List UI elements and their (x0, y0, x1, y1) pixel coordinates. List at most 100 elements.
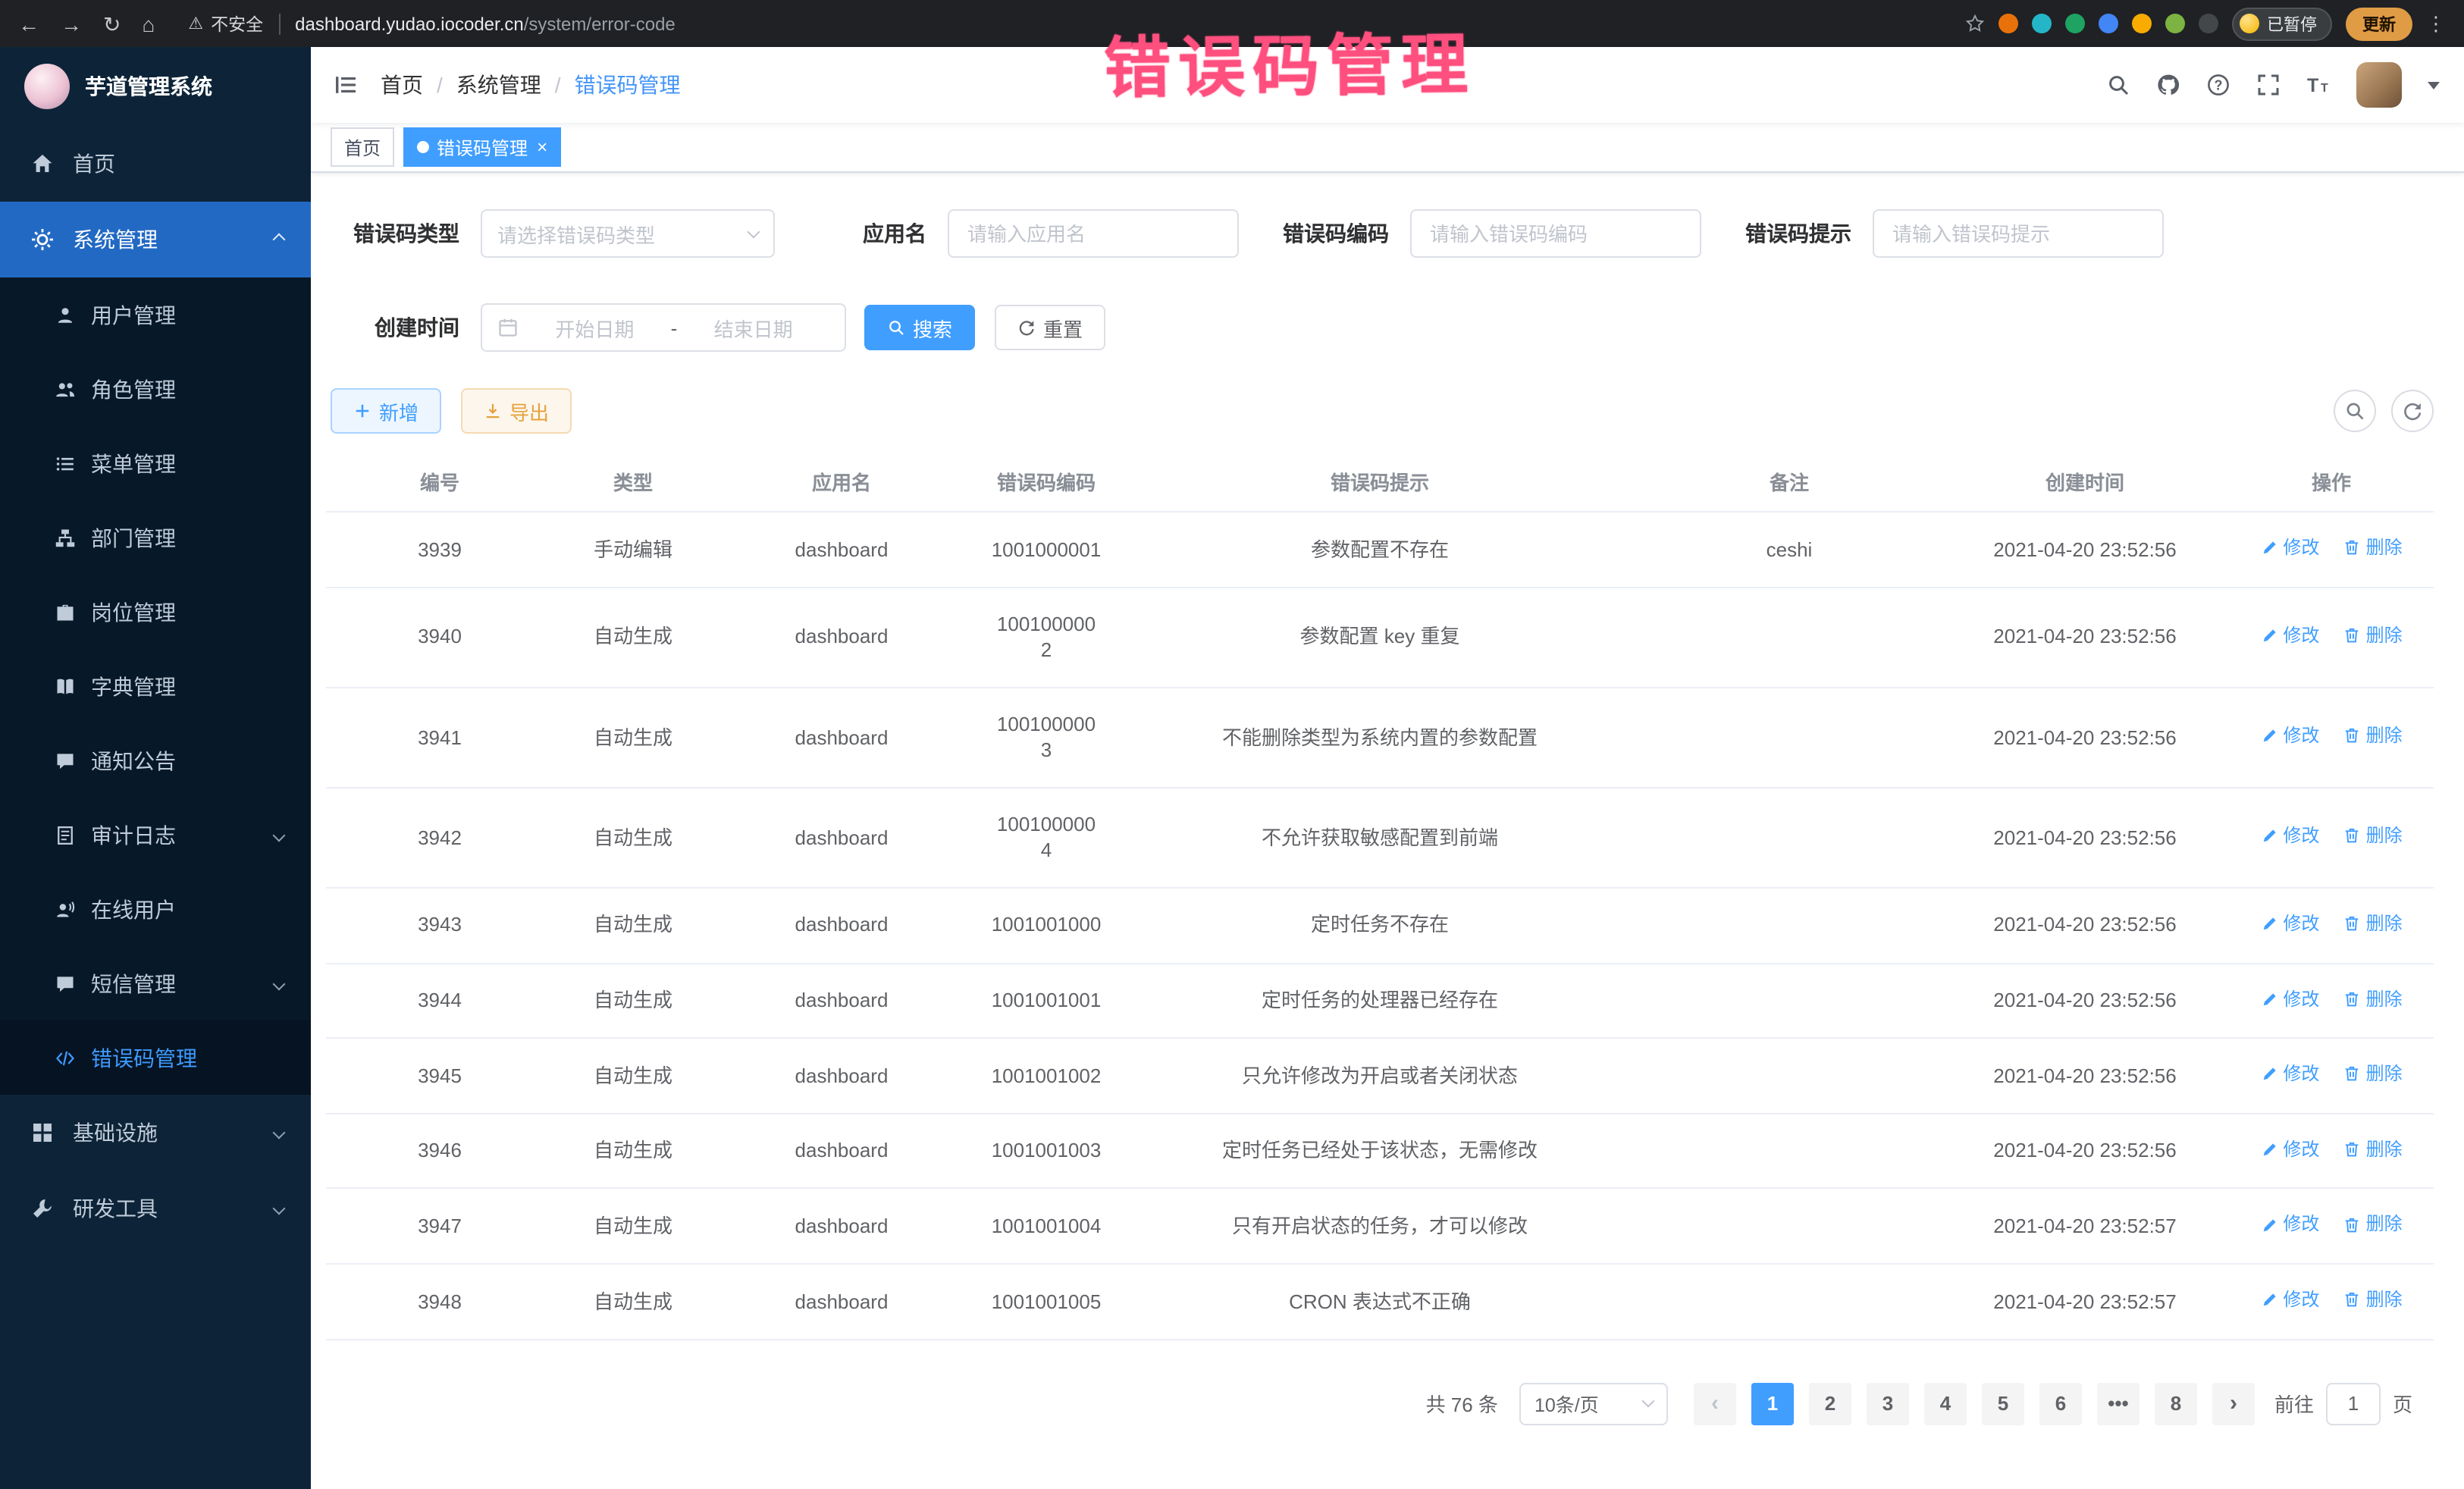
fullsc[interactable] (2256, 73, 2281, 97)
browser-extension-icon[interactable] (2032, 14, 2052, 33)
tag-home[interactable]: 首页 (331, 127, 394, 167)
page-size-select[interactable]: 10条/页 (1519, 1383, 1668, 1425)
delete-button[interactable]: 删除 (2343, 1287, 2403, 1312)
sidebar-submenu-item[interactable]: 菜单管理 (0, 426, 311, 500)
sidebar-submenu-item[interactable]: 错误码管理 (0, 1020, 311, 1095)
delete-button[interactable]: 删除 (2343, 535, 2403, 560)
tools-icon (30, 1196, 55, 1221)
user-avatar[interactable] (2356, 62, 2402, 108)
page-button[interactable]: 2 (1809, 1383, 1851, 1425)
delete-button[interactable]: 删除 (2343, 823, 2403, 848)
edit-button[interactable]: 修改 (2260, 1212, 2319, 1237)
sidebar-item-system[interactable]: 系统管理 (0, 202, 311, 277)
tag-error-code[interactable]: 错误码管理 × (403, 127, 561, 167)
delete-button[interactable]: 删除 (2343, 1137, 2403, 1161)
browser-extension-icon[interactable] (2199, 14, 2218, 33)
bookmark-star-icon[interactable] (1965, 14, 1985, 33)
trash-icon (2343, 989, 2362, 1008)
add-button[interactable]: 新增 (331, 388, 441, 434)
sidebar-submenu-item[interactable]: 短信管理 (0, 946, 311, 1020)
delete-button[interactable]: 删除 (2343, 623, 2403, 647)
browser-menu-icon[interactable]: ⋮ (2426, 14, 2446, 33)
sidebar-item-infrastructure[interactable]: 基础设施 (0, 1095, 311, 1171)
pager: 1 2 3 4 5 6 ••• (1744, 1383, 2205, 1425)
search-icon[interactable] (2106, 73, 2130, 97)
browser-extension-icon[interactable] (1998, 14, 2018, 33)
browser-extension-icon[interactable] (2065, 14, 2085, 33)
sidebar-submenu-item[interactable]: 审计日志 (0, 798, 311, 872)
edit-button[interactable]: 修改 (2260, 723, 2319, 748)
font-size-icon[interactable] (2306, 73, 2331, 97)
browser-back-icon[interactable]: ← (18, 13, 39, 34)
page-button[interactable]: ••• (2097, 1383, 2140, 1425)
sidebar-submenu-item[interactable]: 角色管理 (0, 352, 311, 426)
sidebar-toggle-button[interactable] (311, 73, 381, 97)
browser-home-icon[interactable]: ⌂ (142, 13, 155, 34)
goto-page-input[interactable] (2326, 1383, 2381, 1425)
browser-update-button[interactable]: 更新 (2346, 7, 2412, 40)
edit-button[interactable]: 修改 (2260, 986, 2319, 1011)
edit-button[interactable]: 修改 (2260, 823, 2319, 848)
date-range-picker[interactable]: 开始日期 - 结束日期 (481, 303, 846, 352)
page-button[interactable]: 8 (2155, 1383, 2197, 1425)
delete-button[interactable]: 删除 (2343, 911, 2403, 936)
delete-button[interactable]: 删除 (2343, 1061, 2403, 1086)
security-warning-chip[interactable]: ⚠ 不安全 (188, 11, 263, 36)
profile-paused-chip[interactable]: 已暂停 (2232, 7, 2332, 40)
browser-extension-icon[interactable] (2165, 14, 2185, 33)
trash-icon (2343, 726, 2362, 744)
search-button[interactable]: 搜索 (864, 305, 975, 350)
cell-app: dashboard (713, 1114, 970, 1189)
edit-button[interactable]: 修改 (2260, 535, 2319, 560)
browser-extension-icon[interactable] (2132, 14, 2152, 33)
error-type-select[interactable]: 请选择错误码类型 (481, 209, 775, 258)
sidebar-item-label: 角色管理 (91, 374, 176, 404)
delete-button[interactable]: 删除 (2343, 986, 2403, 1011)
page-button[interactable]: 4 (1924, 1383, 1967, 1425)
edit-button[interactable]: 修改 (2260, 623, 2319, 647)
edit-button[interactable]: 修改 (2260, 1061, 2319, 1086)
github-icon[interactable] (2156, 73, 2180, 97)
page-button[interactable]: 1 (1751, 1383, 1794, 1425)
edit-button[interactable]: 修改 (2260, 911, 2319, 936)
export-button[interactable]: 导出 (461, 388, 572, 434)
sidebar-item-home[interactable]: 首页 (0, 126, 311, 202)
page-button[interactable]: 3 (1867, 1383, 1909, 1425)
delete-button[interactable]: 删除 (2343, 1212, 2403, 1237)
prev-page-button[interactable]: ‹ (1694, 1383, 1736, 1425)
sidebar-item-devtools[interactable]: 研发工具 (0, 1171, 311, 1246)
edit-button[interactable]: 修改 (2260, 1287, 2319, 1312)
caret-down-icon[interactable] (2428, 81, 2440, 89)
edit-button[interactable]: 修改 (2260, 1137, 2319, 1161)
page-button[interactable]: 5 (1982, 1383, 2024, 1425)
error-code-input[interactable] (1410, 209, 1701, 258)
department-tree-icon (55, 527, 76, 548)
breadcrumb-home[interactable]: 首页 (381, 70, 423, 100)
sidebar-submenu-item[interactable]: 用户管理 (0, 277, 311, 352)
sidebar-submenu-item[interactable]: 字典管理 (0, 649, 311, 723)
app-logo[interactable]: 芋道管理系统 (0, 47, 311, 126)
breadcrumb-system[interactable]: 系统管理 (456, 70, 541, 100)
delete-button[interactable]: 删除 (2343, 723, 2403, 748)
sidebar-submenu-item[interactable]: 部门管理 (0, 500, 311, 575)
page-button[interactable]: 6 (2039, 1383, 2082, 1425)
toggle-search-button[interactable] (2334, 390, 2376, 432)
cell-remark (1638, 1038, 1941, 1113)
address-bar[interactable]: dashboard.yudao.iocoder.cn/system/error-… (295, 13, 676, 34)
app-name-input[interactable] (948, 209, 1239, 258)
annotation-overlay-text: 错误码管理 (1103, 10, 1475, 111)
reset-button[interactable]: 重置 (995, 305, 1105, 350)
error-hint-input[interactable] (1873, 209, 2164, 258)
browser-reload-icon[interactable]: ↻ (103, 13, 121, 34)
sidebar-submenu-item[interactable]: 岗位管理 (0, 575, 311, 649)
help-icon[interactable] (2206, 73, 2230, 97)
browser-forward-icon[interactable]: → (61, 13, 82, 34)
browser-extension-icon[interactable] (2099, 14, 2118, 33)
cell-type: 自动生成 (553, 687, 713, 787)
refresh-table-button[interactable] (2391, 390, 2434, 432)
close-icon[interactable]: × (537, 138, 547, 156)
chevron-down-icon (748, 225, 760, 238)
sidebar-submenu-item[interactable]: 通知公告 (0, 723, 311, 798)
sidebar-submenu-item[interactable]: 在线用户 (0, 872, 311, 946)
next-page-button[interactable]: › (2212, 1383, 2255, 1425)
